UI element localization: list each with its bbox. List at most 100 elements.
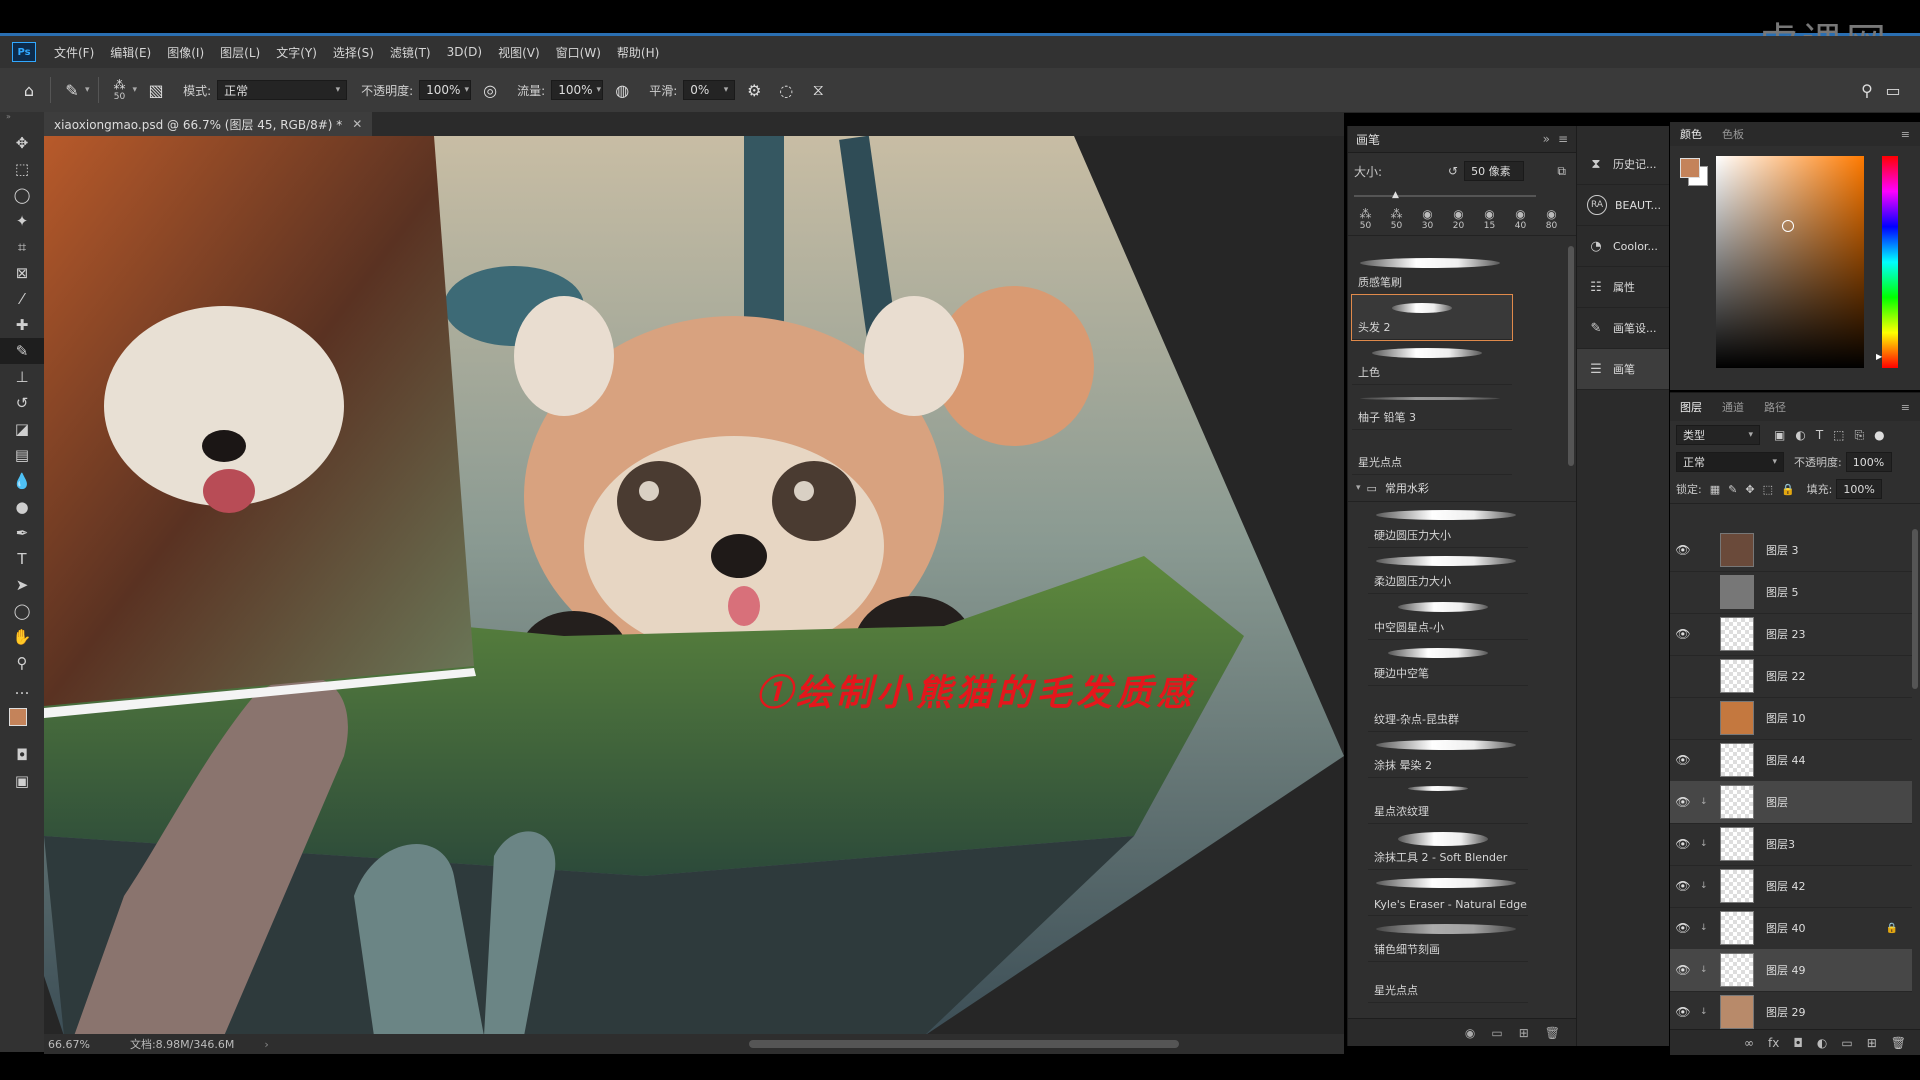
- quick-mask-icon[interactable]: ◘: [0, 742, 44, 768]
- zoom-tool-icon[interactable]: ⚲: [0, 650, 44, 676]
- brush-preset[interactable]: ⁂ 50: [1350, 207, 1381, 231]
- layers-scrollbar[interactable]: [1912, 529, 1918, 689]
- layer-row[interactable]: 👁 ↓ 图层 42: [1670, 865, 1912, 908]
- layer-name[interactable]: 图层 5: [1766, 584, 1799, 600]
- layer-name[interactable]: 图层 42: [1766, 878, 1806, 894]
- home-icon[interactable]: ⌂: [16, 77, 42, 103]
- panel-properties[interactable]: ☷ 属性: [1577, 267, 1669, 308]
- smart-object-filter-icon[interactable]: ⎘: [1855, 428, 1865, 443]
- brush-item[interactable]: 中空圆星点-小: [1368, 594, 1528, 640]
- opacity-field[interactable]: 100% ▾: [419, 80, 472, 100]
- frame-tool-icon[interactable]: ⊠: [0, 260, 44, 286]
- menu-edit[interactable]: 编辑(E): [102, 44, 159, 61]
- brush-list-scrollbar[interactable]: [1568, 246, 1574, 466]
- reset-icon[interactable]: ↺: [1448, 164, 1458, 178]
- brush-preset[interactable]: ◉ 15: [1474, 207, 1505, 231]
- chevron-down-icon[interactable]: ▾: [133, 85, 138, 95]
- chevron-right-icon[interactable]: ›: [264, 1038, 268, 1051]
- layer-name[interactable]: 图层 22: [1766, 668, 1806, 684]
- layer-name[interactable]: 图层 23: [1766, 626, 1806, 642]
- saturation-brightness-picker[interactable]: [1716, 156, 1864, 368]
- brush-item[interactable]: 星点浓纹理: [1368, 778, 1528, 824]
- eye-icon[interactable]: 👁: [1670, 795, 1696, 809]
- layer-row[interactable]: 👁 ↓ 图层 40 🔒: [1670, 907, 1912, 950]
- crop-tool-icon[interactable]: ⌗: [0, 234, 44, 260]
- menu-icon[interactable]: ≡: [1558, 132, 1568, 146]
- brush-tool-icon[interactable]: ✎: [0, 338, 44, 364]
- brush-item[interactable]: 上色: [1352, 340, 1512, 385]
- eyedropper-tool-icon[interactable]: ⁄: [0, 286, 44, 312]
- tab-swatches[interactable]: 色板: [1712, 126, 1754, 142]
- slider-thumb[interactable]: ▲: [1392, 190, 1399, 200]
- shape-filter-icon[interactable]: ⬚: [1833, 428, 1844, 442]
- panel-coolorus[interactable]: ◔ Coolor...: [1577, 226, 1669, 267]
- layer-name[interactable]: 图层3: [1766, 836, 1795, 852]
- eye-icon[interactable]: 👁: [1670, 879, 1696, 893]
- menu-layer[interactable]: 图层(L): [212, 44, 268, 61]
- layer-row[interactable]: 图层 22: [1670, 655, 1912, 698]
- screen-mode-icon[interactable]: ▣: [0, 768, 44, 794]
- brush-preset-picker[interactable]: ⁂ 50: [107, 78, 133, 102]
- workspace-icon[interactable]: ▭: [1880, 77, 1906, 103]
- menu-filter[interactable]: 滤镜(T): [382, 44, 439, 61]
- brush-preset[interactable]: ⁂ 50: [1381, 207, 1412, 231]
- blur-tool-icon[interactable]: 💧: [0, 468, 44, 494]
- eye-icon[interactable]: 👁: [1670, 543, 1696, 557]
- layer-row-dragging[interactable]: 👁 ↓ 图层: [1670, 781, 1912, 824]
- brush-item[interactable]: Kyle's Eraser - Natural Edge: [1368, 870, 1528, 916]
- quick-select-tool-icon[interactable]: ✦: [0, 208, 44, 234]
- lock-all-icon[interactable]: 🔒: [1781, 483, 1795, 496]
- smoothing-field[interactable]: 0% ▾: [683, 80, 736, 100]
- folder-icon[interactable]: ▭: [1491, 1026, 1502, 1040]
- layer-name[interactable]: 图层 3: [1766, 542, 1799, 558]
- layer-name[interactable]: 图层: [1766, 794, 1788, 810]
- ellipse-tool-icon[interactable]: ◯: [0, 598, 44, 624]
- foreground-color-swatch[interactable]: [9, 708, 27, 726]
- brush-preset[interactable]: ◉ 40: [1505, 207, 1536, 231]
- panel-history[interactable]: ⧗ 历史记...: [1577, 144, 1669, 185]
- layer-name[interactable]: 图层 40: [1766, 920, 1806, 936]
- foreground-color-swatch[interactable]: [1680, 158, 1700, 178]
- marquee-tool-icon[interactable]: ⬚: [0, 156, 44, 182]
- menu-file[interactable]: 文件(F): [46, 44, 102, 61]
- dodge-tool-icon[interactable]: ●: [0, 494, 44, 520]
- layer-row[interactable]: 👁 图层 44: [1670, 739, 1912, 782]
- collapse-icon[interactable]: »: [0, 112, 44, 130]
- layer-filter-select[interactable]: 类型 ▾: [1676, 425, 1760, 445]
- brush-preset[interactable]: ◉ 30: [1412, 207, 1443, 231]
- zoom-level[interactable]: 66.67%: [48, 1038, 90, 1051]
- layer-row[interactable]: 👁 ↓ 图层 29: [1670, 991, 1912, 1029]
- chevron-down-icon[interactable]: ▾: [1356, 483, 1361, 493]
- more-tools-icon[interactable]: …: [0, 676, 44, 702]
- airbrush-icon[interactable]: ◍: [609, 77, 635, 103]
- layer-opacity-field[interactable]: 100%: [1845, 452, 1892, 472]
- adjustment-filter-icon[interactable]: ◐: [1795, 428, 1805, 442]
- layer-row[interactable]: 👁 图层 3: [1670, 529, 1912, 572]
- menu-icon[interactable]: ≡: [1891, 401, 1920, 414]
- move-tool-icon[interactable]: ✥: [0, 130, 44, 156]
- eye-icon[interactable]: ◉: [1465, 1026, 1475, 1040]
- filter-toggle-icon[interactable]: ●: [1874, 428, 1884, 442]
- hand-tool-icon[interactable]: ✋: [0, 624, 44, 650]
- menu-image[interactable]: 图像(I): [159, 44, 212, 61]
- menu-icon[interactable]: ≡: [1891, 128, 1920, 141]
- lock-transparency-icon[interactable]: ▦: [1710, 483, 1720, 496]
- brush-item[interactable]: 涂抹 晕染 2: [1368, 732, 1528, 778]
- eraser-tool-icon[interactable]: ◪: [0, 416, 44, 442]
- new-layer-icon[interactable]: ⊞: [1867, 1036, 1877, 1050]
- trash-icon[interactable]: 🗑: [1545, 1026, 1560, 1040]
- brush-item[interactable]: 涂抹工具 2 - Soft Blender: [1368, 824, 1528, 870]
- menu-help[interactable]: 帮助(H): [609, 44, 667, 61]
- document-tab[interactable]: xiaoxiongmao.psd @ 66.7% (图层 45, RGB/8#)…: [44, 112, 373, 136]
- eye-icon[interactable]: 👁: [1670, 627, 1696, 641]
- new-brush-icon[interactable]: ⧉: [1557, 164, 1566, 179]
- brush-preset[interactable]: ◉ 20: [1443, 207, 1474, 231]
- panel-brush-settings[interactable]: ✎ 画笔设...: [1577, 308, 1669, 349]
- brush-item[interactable]: 星光点点: [1352, 430, 1512, 475]
- new-group-icon[interactable]: ▭: [1841, 1036, 1852, 1050]
- hue-slider[interactable]: ▶: [1876, 156, 1898, 368]
- canvas-area[interactable]: ①绘制小熊猫的毛发质感: [44, 136, 1344, 1036]
- brush-item[interactable]: 质感笔刷: [1352, 250, 1512, 295]
- type-tool-icon[interactable]: T: [0, 546, 44, 572]
- blend-mode-select[interactable]: 正常 ▾: [1676, 452, 1784, 472]
